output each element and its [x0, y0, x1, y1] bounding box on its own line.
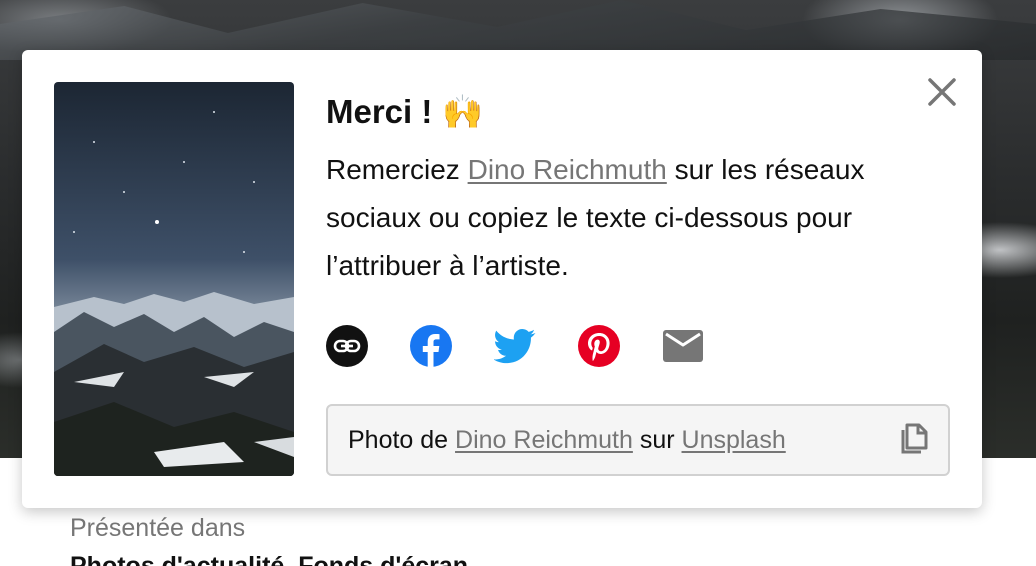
- thanks-modal: Merci ! 🙌 Remerciez Dino Reichmuth sur l…: [22, 50, 982, 508]
- raised-hands-icon: 🙌: [442, 92, 484, 130]
- attribution-middle: sur: [632, 425, 682, 454]
- facebook-icon: [410, 325, 452, 367]
- copy-icon: [901, 423, 928, 454]
- attribution-prefix: Photo de: [348, 425, 456, 454]
- pinterest-share-button[interactable]: [578, 325, 620, 367]
- artist-link[interactable]: Dino Reichmuth: [468, 154, 667, 185]
- desc-before: Remerciez: [326, 154, 468, 185]
- attribution-site-link[interactable]: Unsplash: [682, 426, 786, 455]
- email-share-button[interactable]: [662, 325, 704, 367]
- link-icon: [326, 325, 368, 367]
- facebook-share-button[interactable]: [410, 325, 452, 367]
- pinterest-icon: [578, 325, 620, 367]
- attribution-artist-link[interactable]: Dino Reichmuth: [455, 426, 633, 455]
- email-icon: [663, 330, 703, 362]
- title-text: Merci !: [326, 93, 433, 130]
- featured-label: Présentée dans: [70, 514, 246, 542]
- twitter-icon: [493, 329, 536, 364]
- modal-title: Merci ! 🙌: [326, 90, 946, 134]
- featured-value[interactable]: Photos d'actualité, Fonds d'écran: [70, 552, 468, 566]
- modal-description: Remerciez Dino Reichmuth sur les réseaux…: [326, 146, 926, 290]
- share-row: [326, 325, 704, 367]
- copy-attribution-button[interactable]: [896, 422, 932, 458]
- copy-link-button[interactable]: [326, 325, 368, 367]
- attribution-box[interactable]: Photo de Dino Reichmuth sur Unsplash: [326, 404, 950, 476]
- twitter-share-button[interactable]: [493, 325, 536, 367]
- photo-thumbnail: [54, 82, 294, 476]
